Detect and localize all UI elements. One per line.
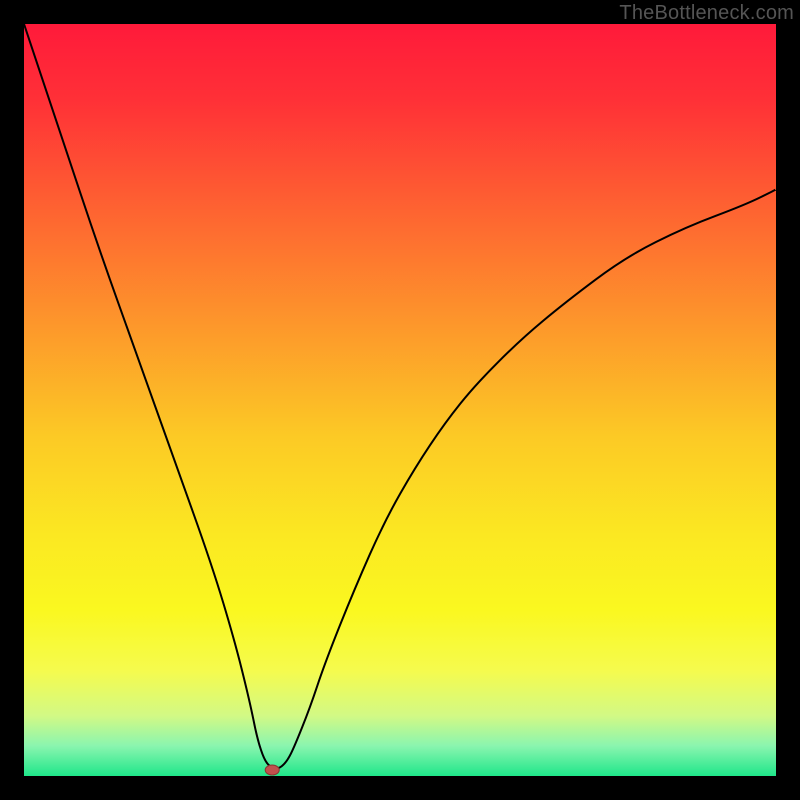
watermark-text: TheBottleneck.com	[619, 2, 794, 25]
optimal-point-marker	[265, 765, 279, 775]
chart-container: TheBottleneck.com	[0, 0, 800, 800]
plot-background	[24, 24, 776, 776]
bottleneck-plot	[24, 24, 776, 776]
